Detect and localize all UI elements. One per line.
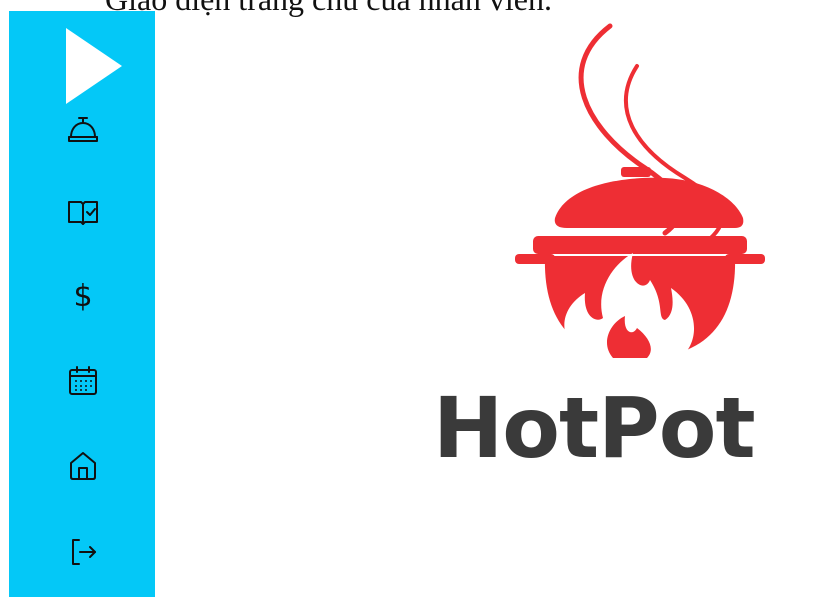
page-caption: Giao diện trang chủ của nhân viên. [105, 0, 552, 15]
hotpot-brand-text: HotPot [433, 379, 756, 477]
menu-book-check-icon [68, 201, 98, 225]
sidebar-toggle-button[interactable] [66, 28, 122, 104]
sidebar-item-logout[interactable] [59, 528, 107, 576]
calendar-icon [69, 366, 97, 395]
hotpot-logo: HotPot [425, 18, 805, 493]
dollar-sign-icon: $ [73, 279, 93, 314]
sidebar: $ [9, 11, 155, 597]
play-triangle-icon [66, 28, 122, 104]
hotpot-pot-icon [515, 23, 765, 358]
sidebar-item-menu[interactable] [59, 188, 107, 236]
home-icon [70, 452, 96, 480]
sidebar-item-calendar[interactable] [59, 357, 107, 405]
sidebar-item-home[interactable] [59, 442, 107, 490]
service-bell-icon [68, 117, 98, 142]
sidebar-item-service[interactable] [59, 107, 107, 155]
sidebar-item-payment[interactable]: $ [59, 273, 107, 321]
logout-icon [72, 539, 96, 565]
